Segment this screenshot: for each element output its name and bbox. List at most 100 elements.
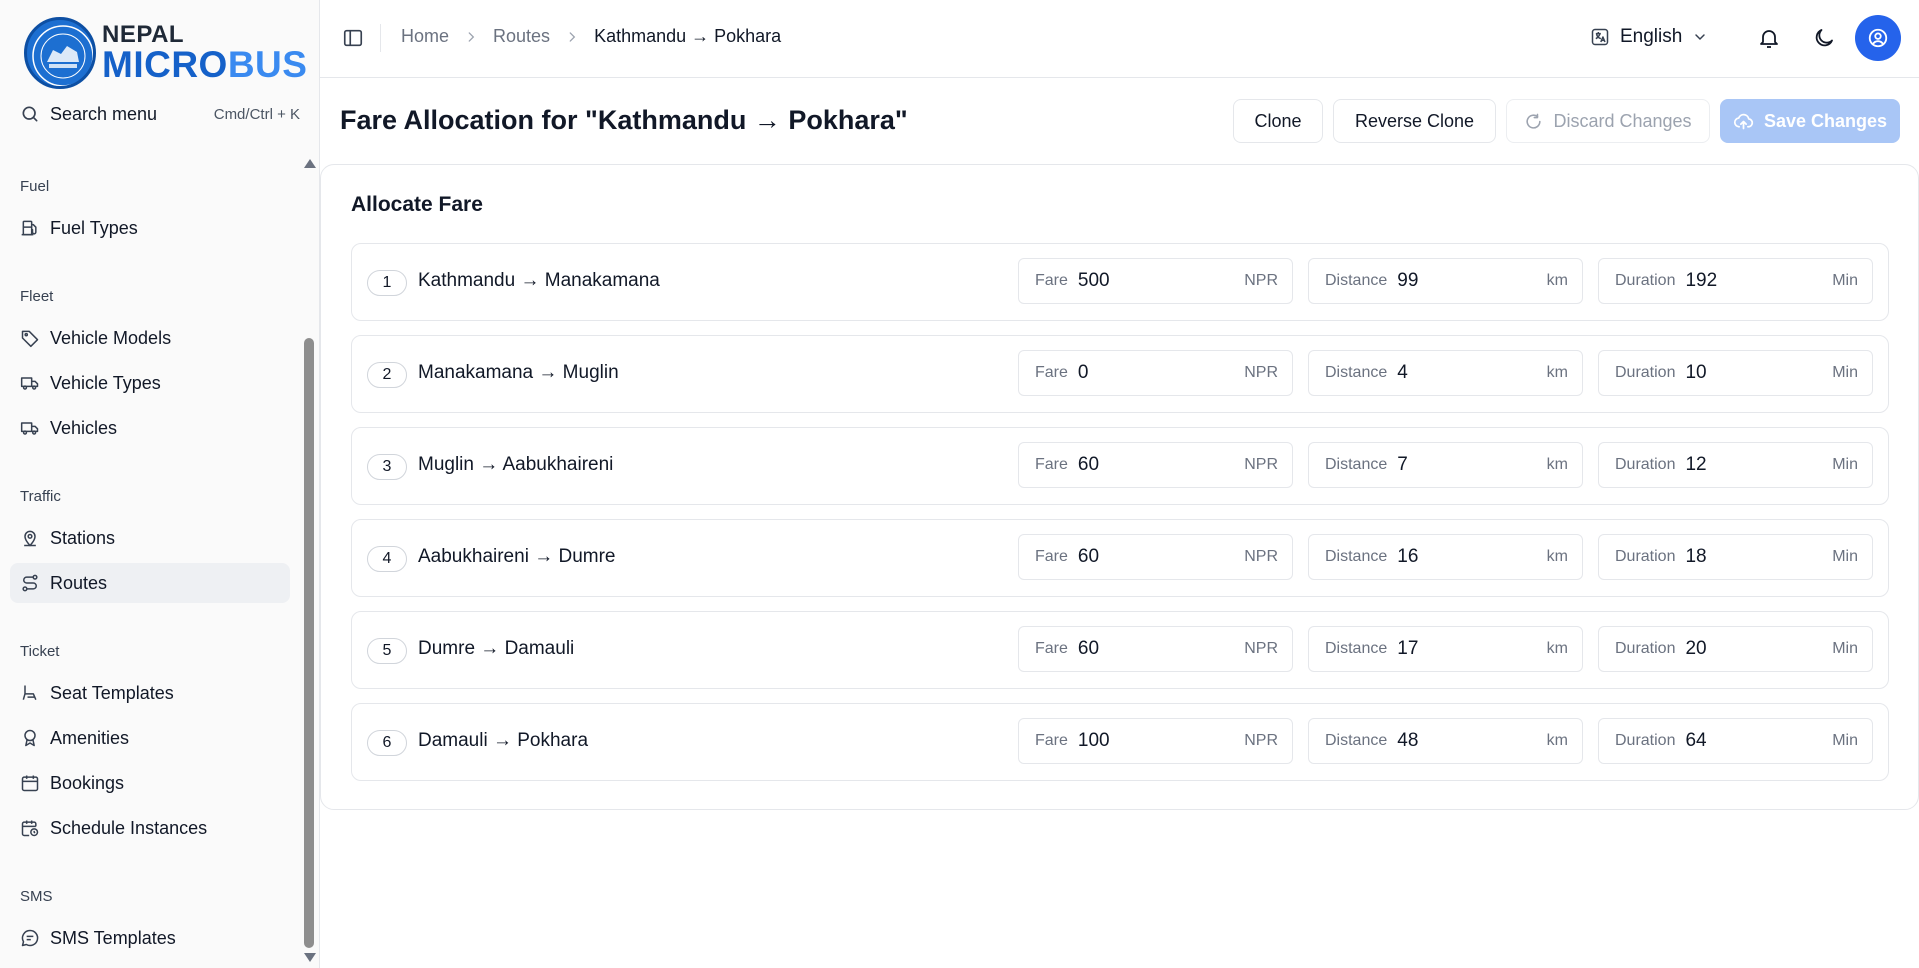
duration-field-value[interactable]: 10 xyxy=(1685,362,1832,384)
sidebar-item-seat-templates[interactable]: Seat Templates xyxy=(10,673,290,713)
distance-field[interactable]: Distance 48 km xyxy=(1308,718,1583,764)
segment-row: 5 Dumre → Damauli Fare 60 NPR Distance 17 km Dur… xyxy=(351,611,1889,689)
duration-field-value[interactable]: 64 xyxy=(1685,730,1832,752)
sidebar-item-stations[interactable]: Stations xyxy=(10,518,290,558)
segment-number: 6 xyxy=(367,730,407,756)
route-icon xyxy=(22,574,38,592)
fare-field-unit: NPR xyxy=(1244,456,1278,473)
language-selector[interactable]: English xyxy=(1590,26,1708,48)
card-title: Allocate Fare xyxy=(351,193,483,216)
fare-field-unit: NPR xyxy=(1244,732,1278,749)
distance-field-value[interactable]: 48 xyxy=(1397,730,1546,752)
fare-field[interactable]: Fare 500 NPR xyxy=(1018,258,1293,304)
clone-button[interactable]: Clone xyxy=(1233,99,1323,143)
sidebar-item-label: Routes xyxy=(50,572,108,593)
search-menu-button[interactable]: Search menu Cmd/Ctrl + K xyxy=(20,100,300,128)
sidebar-toggle-icon[interactable] xyxy=(342,27,364,49)
duration-field[interactable]: Duration 18 Min xyxy=(1598,534,1873,580)
fare-field[interactable]: Fare 0 NPR xyxy=(1018,350,1293,396)
distance-field-value[interactable]: 99 xyxy=(1397,270,1546,292)
sidebar-item-bookings[interactable]: Bookings xyxy=(10,763,290,803)
sidebar-item-amenities[interactable]: Amenities xyxy=(10,718,290,758)
duration-field-unit: Min xyxy=(1832,272,1858,289)
distance-field[interactable]: Distance 16 km xyxy=(1308,534,1583,580)
sidebar-item-vehicle-types[interactable]: Vehicle Types xyxy=(10,363,290,403)
fare-field-label: Fare xyxy=(1035,364,1068,381)
fare-field[interactable]: Fare 60 NPR xyxy=(1018,626,1293,672)
page-title: Fare Allocation for "Kathmandu → Pokhara… xyxy=(340,105,908,135)
moon-icon[interactable] xyxy=(1812,26,1836,50)
fare-field-value[interactable]: 500 xyxy=(1078,270,1244,292)
fare-field[interactable]: Fare 100 NPR xyxy=(1018,718,1293,764)
duration-field-value[interactable]: 192 xyxy=(1685,270,1832,292)
distance-field[interactable]: Distance 7 km xyxy=(1308,442,1583,488)
sidebar-item-fuel-types[interactable]: Fuel Types xyxy=(10,208,290,248)
sidebar-item-vehicles[interactable]: Vehicles xyxy=(10,408,290,448)
distance-field[interactable]: Distance 4 km xyxy=(1308,350,1583,396)
fare-field-value[interactable]: 60 xyxy=(1078,454,1244,476)
bell-icon[interactable] xyxy=(1757,26,1781,50)
sidebar-item-sms-templates[interactable]: SMS Templates xyxy=(10,918,290,958)
user-avatar[interactable] xyxy=(1855,15,1901,61)
fare-field[interactable]: Fare 60 NPR xyxy=(1018,534,1293,580)
truck-icon xyxy=(20,377,39,390)
scroll-up-arrow-icon[interactable] xyxy=(304,159,316,168)
reverse-clone-button[interactable]: Reverse Clone xyxy=(1333,99,1496,143)
segment-number: 3 xyxy=(367,454,407,480)
segment-row: 2 Manakamana → Muglin Fare 0 NPR Distance 4 km D… xyxy=(351,335,1889,413)
fare-field-unit: NPR xyxy=(1244,548,1278,565)
distance-field-unit: km xyxy=(1546,640,1568,657)
tag-icon xyxy=(21,330,39,348)
calendar-clock-icon xyxy=(21,820,39,837)
save-changes-button[interactable]: Save Changes xyxy=(1720,99,1900,143)
search-shortcut: Cmd/Ctrl + K xyxy=(213,105,300,123)
sidebar-item-vehicle-models[interactable]: Vehicle Models xyxy=(10,318,290,358)
distance-field-value[interactable]: 4 xyxy=(1397,362,1546,384)
refresh-icon xyxy=(1526,113,1542,129)
sidebar-item-label: Bookings xyxy=(50,772,125,793)
breadcrumb-home[interactable]: Home xyxy=(401,26,449,47)
segment-name: Manakamana → Muglin xyxy=(418,362,619,383)
message-icon xyxy=(21,929,39,947)
duration-field[interactable]: Duration 12 Min xyxy=(1598,442,1873,488)
duration-field[interactable]: Duration 192 Min xyxy=(1598,258,1873,304)
nav-group-fleet: Fleet xyxy=(20,288,54,305)
distance-field-unit: km xyxy=(1546,364,1568,381)
fare-field-value[interactable]: 60 xyxy=(1078,638,1244,660)
sidebar-item-schedule-instances[interactable]: Schedule Instances xyxy=(10,808,290,848)
distance-field-value[interactable]: 17 xyxy=(1397,638,1546,660)
scroll-down-arrow-icon[interactable] xyxy=(304,953,316,962)
chevron-right-icon xyxy=(468,31,475,42)
duration-field-label: Duration xyxy=(1615,732,1676,749)
distance-field[interactable]: Distance 99 km xyxy=(1308,258,1583,304)
duration-field-value[interactable]: 18 xyxy=(1685,546,1832,568)
breadcrumb-routes[interactable]: Routes xyxy=(493,26,550,47)
duration-field[interactable]: Duration 20 Min xyxy=(1598,626,1873,672)
scroll-thumb[interactable] xyxy=(304,338,314,948)
fare-field-value[interactable]: 60 xyxy=(1078,546,1244,568)
top-bar: Home Routes Kathmandu → Pokhara English xyxy=(320,0,1919,78)
fare-field[interactable]: Fare 60 NPR xyxy=(1018,442,1293,488)
duration-field[interactable]: Duration 64 Min xyxy=(1598,718,1873,764)
distance-field[interactable]: Distance 17 km xyxy=(1308,626,1583,672)
duration-field[interactable]: Duration 10 Min xyxy=(1598,350,1873,396)
fare-field-value[interactable]: 0 xyxy=(1078,362,1244,384)
breadcrumb: Home Routes Kathmandu → Pokhara xyxy=(401,26,781,47)
sidebar-item-label: Schedule Instances xyxy=(50,817,208,838)
sidebar-item-routes[interactable]: Routes xyxy=(10,563,290,603)
distance-field-value[interactable]: 7 xyxy=(1397,454,1546,476)
map-pin-icon xyxy=(24,530,36,547)
duration-field-value[interactable]: 12 xyxy=(1685,454,1832,476)
fare-field-value[interactable]: 100 xyxy=(1078,730,1244,752)
distance-field-unit: km xyxy=(1546,272,1568,289)
sidebar-scrollbar[interactable] xyxy=(302,155,316,968)
duration-field-value[interactable]: 20 xyxy=(1685,638,1832,660)
brand-logo[interactable]: NEPAL MICROBUS xyxy=(24,16,307,90)
discard-changes-button[interactable]: Discard Changes xyxy=(1506,99,1710,143)
duration-field-unit: Min xyxy=(1832,456,1858,473)
duration-field-label: Duration xyxy=(1615,456,1676,473)
distance-field-value[interactable]: 16 xyxy=(1397,546,1546,568)
chevron-right-icon xyxy=(569,31,576,42)
fare-field-label: Fare xyxy=(1035,456,1068,473)
fare-field-unit: NPR xyxy=(1244,272,1278,289)
